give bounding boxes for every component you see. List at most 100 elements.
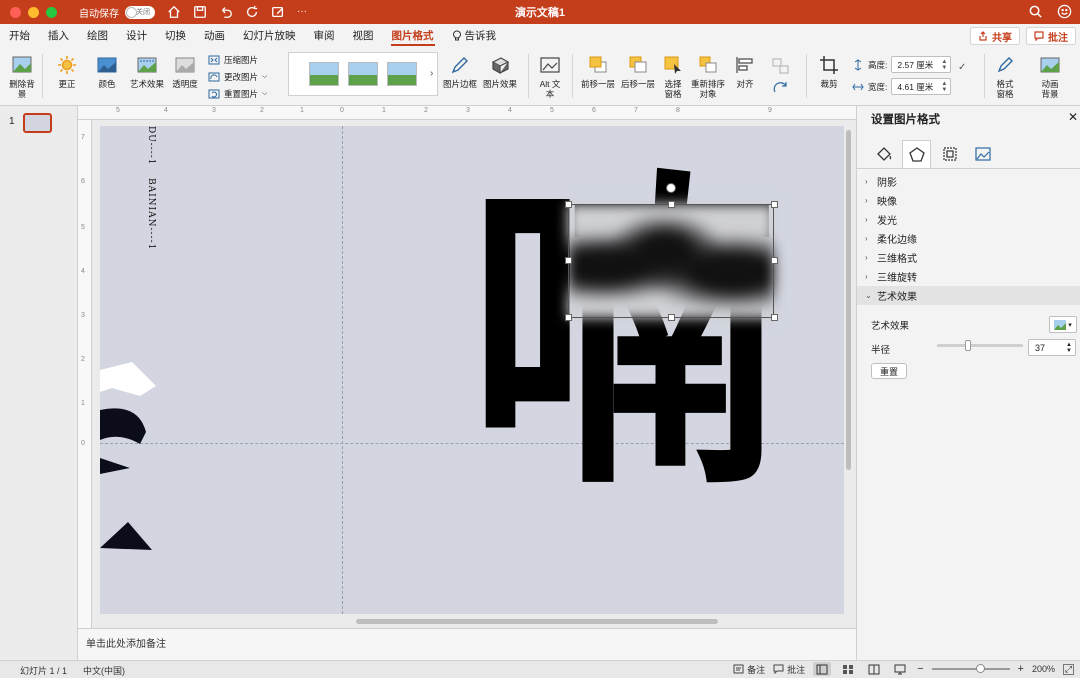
rotate-button[interactable] [768, 78, 794, 103]
remove-background-button[interactable]: 删除背景 [8, 54, 36, 99]
radius-slider-handle[interactable] [965, 340, 971, 351]
resize-handle-nw[interactable] [565, 201, 572, 208]
animate-background-button[interactable]: 动画背景 [1034, 54, 1066, 99]
color-button[interactable]: 颜色 [92, 54, 122, 89]
radius-input[interactable]: 37 ▲ ▼ [1028, 339, 1076, 356]
width-stepper[interactable]: ▲ ▼ [941, 81, 947, 93]
zoom-slider-handle[interactable] [975, 664, 985, 673]
redo-icon[interactable] [245, 5, 259, 19]
normal-view-button[interactable] [813, 662, 832, 676]
picture-tab[interactable] [968, 140, 997, 168]
section-glow[interactable]: › 发光 [857, 210, 1080, 229]
search-icon[interactable] [1028, 4, 1043, 19]
corrections-button[interactable]: 更正 [52, 54, 82, 89]
picture-styles-gallery[interactable] [288, 52, 438, 96]
reset-button[interactable]: 重置 [871, 363, 907, 379]
undo-icon[interactable] [219, 5, 233, 19]
tab-view[interactable]: 视图 [344, 24, 383, 48]
format-pane-button[interactable]: 格式窗格 [990, 54, 1020, 99]
tab-transitions[interactable]: 切换 [156, 24, 195, 48]
reading-view-button[interactable] [865, 662, 883, 676]
width-input[interactable]: 4.61 厘米 ▲ ▼ [891, 78, 952, 95]
bring-forward-button[interactable]: 前移一层 [578, 54, 618, 89]
height-input[interactable]: 2.57 厘米 ▲ ▼ [891, 56, 952, 73]
home-icon[interactable] [167, 5, 181, 19]
vertical-text-2[interactable]: BAINIAN----1 [146, 178, 156, 250]
selection-pane-button[interactable]: 选择窗格 [658, 54, 688, 99]
height-stepper[interactable]: ▲ ▼ [941, 59, 947, 71]
fit-to-window-icon[interactable]: ⤢ [1063, 663, 1074, 675]
resize-handle-se[interactable] [771, 314, 778, 321]
close-icon[interactable]: ✕ [1068, 110, 1078, 124]
picture-style-3[interactable] [387, 62, 417, 86]
zoom-window-button[interactable] [46, 6, 57, 18]
zoom-level[interactable]: 200% [1032, 664, 1055, 674]
vertical-text-1[interactable]: DU----1 [146, 126, 156, 166]
tell-me[interactable]: 告诉我 [443, 24, 506, 48]
vertical-scrollbar[interactable] [846, 130, 851, 470]
horizontal-scrollbar[interactable] [356, 619, 718, 624]
artistic-effect-picker[interactable]: ▾ [1049, 316, 1077, 333]
picture-style-1[interactable] [309, 62, 339, 86]
alt-text-button[interactable]: Alt 文本 [535, 54, 565, 99]
notes-pane[interactable]: 单击此处添加备注 [78, 628, 856, 660]
reorder-objects-button[interactable]: 重新排序对象 [690, 54, 726, 99]
resize-handle-sw[interactable] [565, 314, 572, 321]
radius-slider[interactable] [937, 344, 1023, 347]
tab-animations[interactable]: 动画 [195, 24, 234, 48]
tab-picture-format[interactable]: 图片格式 [383, 24, 443, 48]
smiley-feedback-icon[interactable] [1057, 4, 1072, 19]
more-icon[interactable]: ··· [297, 5, 307, 19]
section-shadow[interactable]: › 阴影 [857, 172, 1080, 191]
zoom-in-button[interactable]: + [1018, 663, 1024, 675]
save-icon[interactable] [193, 5, 207, 19]
share-button[interactable]: 共享 [970, 27, 1020, 45]
section-3d-format[interactable]: › 三维格式 [857, 248, 1080, 267]
minimize-window-button[interactable] [28, 6, 39, 18]
compress-pictures-button[interactable]: 压缩图片 [208, 53, 267, 66]
resize-handle-s[interactable] [668, 314, 675, 321]
autosave-toggle[interactable]: 关闭 [125, 5, 155, 19]
comments-button[interactable]: 批注 [1026, 27, 1076, 45]
comments-toggle[interactable]: 批注 [773, 663, 805, 676]
section-reflection[interactable]: › 映像 [857, 191, 1080, 210]
slideshow-button[interactable] [891, 662, 909, 676]
resize-handle-n[interactable] [668, 201, 675, 208]
resize-handle-ne[interactable] [771, 201, 778, 208]
zoom-out-button[interactable]: − [917, 663, 923, 675]
reset-picture-button[interactable]: 重置图片 ⌵ [208, 87, 267, 100]
tab-slideshow[interactable]: 幻灯片放映 [234, 24, 305, 48]
zoom-slider[interactable] [931, 664, 1010, 673]
section-artistic-effects[interactable]: ⌄ 艺术效果 [857, 286, 1080, 305]
size-properties-tab[interactable] [935, 140, 964, 168]
selection-box[interactable] [568, 204, 774, 318]
resize-handle-w[interactable] [565, 257, 572, 264]
tab-draw[interactable]: 绘图 [78, 24, 117, 48]
lock-aspect-icon[interactable]: ✓ [958, 62, 966, 73]
send-backward-button[interactable]: 后移一层 [618, 54, 658, 89]
artistic-effects-button[interactable]: 艺术效果 [128, 54, 166, 89]
vertical-guide[interactable] [342, 126, 343, 614]
section-soft-edges[interactable]: › 柔化边缘 [857, 229, 1080, 248]
transparency-button[interactable]: 透明度 [170, 54, 200, 89]
slide-sorter-button[interactable] [839, 662, 857, 676]
effects-tab[interactable] [902, 140, 931, 168]
tab-home[interactable]: 开始 [0, 24, 39, 48]
fill-line-tab[interactable] [869, 140, 898, 168]
align-button[interactable]: 对齐 [730, 54, 760, 89]
notes-toggle[interactable]: 备注 [733, 663, 765, 676]
tab-design[interactable]: 设计 [117, 24, 156, 48]
radius-stepper[interactable]: ▲ ▼ [1066, 342, 1072, 354]
picture-effects-button[interactable]: 图片效果 [482, 54, 518, 89]
section-3d-rotation[interactable]: › 三维旋转 [857, 267, 1080, 286]
close-window-button[interactable] [10, 6, 21, 18]
customize-toolbar-icon[interactable] [271, 5, 285, 19]
tab-insert[interactable]: 插入 [39, 24, 78, 48]
resize-handle-e[interactable] [771, 257, 778, 264]
tab-review[interactable]: 审阅 [305, 24, 344, 48]
partial-character-shape[interactable] [100, 340, 160, 560]
change-picture-button[interactable]: 更改图片 ⌵ [208, 70, 267, 83]
picture-style-2[interactable] [348, 62, 378, 86]
slide-thumbnail-1[interactable] [23, 113, 52, 133]
rotate-handle[interactable] [666, 183, 676, 193]
